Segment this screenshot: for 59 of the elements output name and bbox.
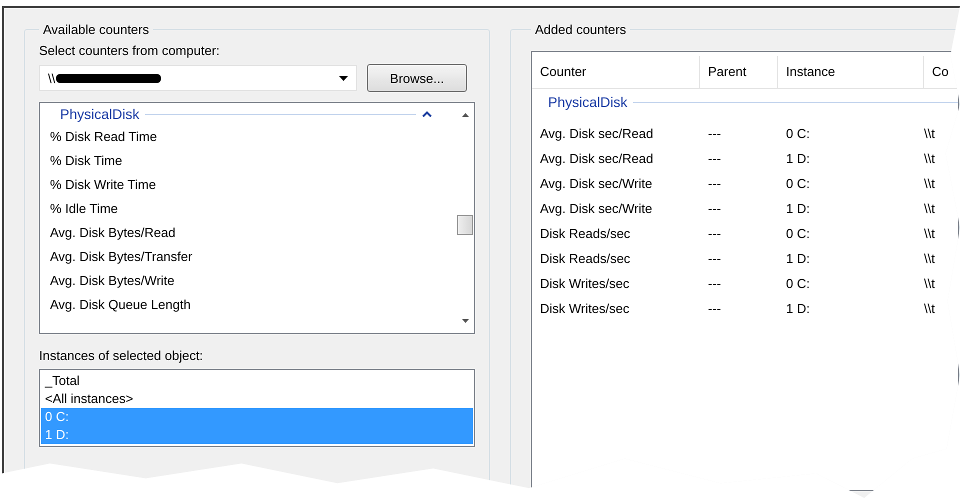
table-cell-text: --- bbox=[707, 125, 722, 143]
table-cell-text: --- bbox=[707, 200, 722, 218]
table-cell-text: 0 C: bbox=[785, 175, 811, 193]
group-header[interactable]: PhysicalDisk bbox=[50, 106, 140, 122]
group-title: Added counters bbox=[534, 22, 628, 37]
counter-item[interactable]: Avg. Disk Queue Length bbox=[50, 293, 456, 317]
table-cell-text: 1 D: bbox=[785, 300, 811, 318]
column-header[interactable]: Parent bbox=[700, 56, 778, 88]
table-cell-text: \\t bbox=[924, 300, 936, 318]
counter-item[interactable]: Avg. Disk Bytes/Read bbox=[50, 221, 456, 245]
column-header[interactable]: Counter bbox=[532, 56, 700, 88]
instance-item[interactable]: _Total bbox=[41, 372, 473, 390]
table-cell-text: Disk Writes/sec bbox=[539, 275, 630, 293]
table-cell-text: --- bbox=[707, 250, 722, 268]
table-cell-text: Avg. Disk sec/Write bbox=[539, 200, 654, 218]
table-cell-text: \\t bbox=[924, 225, 936, 243]
table-cell-text: 1 D: bbox=[785, 200, 811, 218]
table-cell-text: Disk Writes/sec bbox=[539, 300, 630, 318]
computer-dropdown[interactable]: \\ bbox=[39, 65, 357, 91]
table-cell-text: Avg. Disk sec/Write bbox=[539, 175, 654, 193]
table-cell-text: --- bbox=[707, 150, 722, 168]
group-header[interactable]: PhysicalDisk bbox=[532, 94, 628, 110]
field-label: Select counters from computer: bbox=[39, 43, 221, 58]
table-cell-text: --- bbox=[707, 225, 722, 243]
counter-item[interactable]: % Disk Read Time bbox=[50, 125, 456, 149]
table-cell-text: \\t bbox=[924, 275, 936, 293]
table-cell-text: 0 C: bbox=[785, 125, 811, 143]
table-cell-text: --- bbox=[707, 300, 722, 318]
table-cell-text: Disk Reads/sec bbox=[539, 225, 632, 243]
collapse-icon[interactable] bbox=[422, 111, 432, 117]
table-cell-text: Avg. Disk sec/Read bbox=[539, 125, 654, 143]
scroll-up-icon[interactable] bbox=[462, 113, 468, 117]
scroll-thumb[interactable] bbox=[457, 215, 473, 235]
table-cell-text: \\t bbox=[924, 175, 936, 193]
counter-item[interactable]: Avg. Disk Bytes/Write bbox=[50, 269, 456, 293]
table-cell-text: 1 D: bbox=[785, 150, 811, 168]
counter-item[interactable]: Avg. Disk Bytes/Transfer bbox=[50, 245, 456, 269]
counter-item[interactable]: % Disk Write Time bbox=[50, 173, 456, 197]
table-cell-text: 1 D: bbox=[785, 250, 811, 268]
table-cell-text: Avg. Disk sec/Read bbox=[539, 150, 654, 168]
table-cell-text: \\t bbox=[924, 125, 936, 143]
table-cell-text: 0 C: bbox=[785, 275, 811, 293]
table-cell-text: 0 C: bbox=[785, 225, 811, 243]
table-cell-text: \\t bbox=[924, 200, 936, 218]
group-title: Available counters bbox=[42, 22, 150, 37]
table-cell-text: \\t bbox=[924, 250, 936, 268]
column-header[interactable]: Co bbox=[924, 56, 958, 88]
field-label: Instances of selected object: bbox=[39, 348, 204, 363]
table-cell-text: Disk Reads/sec bbox=[539, 250, 632, 268]
table-cell-text: --- bbox=[707, 275, 722, 293]
column-header[interactable]: Instance bbox=[778, 56, 924, 88]
caret-icon bbox=[339, 76, 348, 80]
table-cell-text: --- bbox=[707, 175, 722, 193]
counter-item[interactable]: % Disk Time bbox=[50, 149, 456, 173]
browse-button[interactable]: Browse... bbox=[367, 64, 467, 92]
table-cell-text: \\t bbox=[924, 150, 936, 168]
counter-item[interactable]: % Idle Time bbox=[50, 197, 456, 221]
scroll-down-icon[interactable] bbox=[462, 319, 468, 323]
instance-item[interactable]: <All instances> bbox=[41, 390, 473, 408]
